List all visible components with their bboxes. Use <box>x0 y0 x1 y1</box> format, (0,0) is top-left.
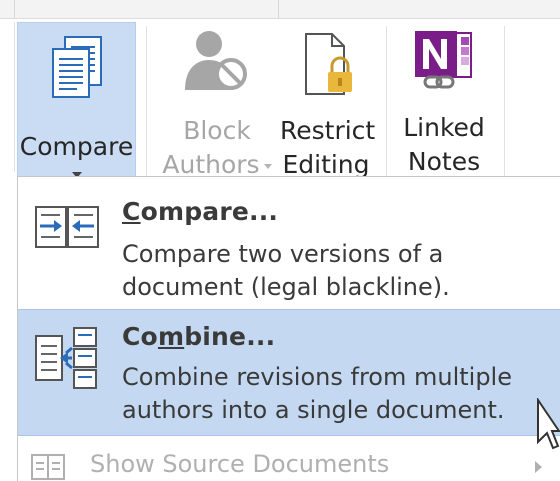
compare-dropdown-button[interactable]: Compare <box>17 22 136 178</box>
combine-revisions-icon <box>34 326 100 394</box>
menu-item-combine[interactable]: Combine... Combine revisions from multip… <box>18 309 560 436</box>
menu-item-show-source-documents[interactable]: Show Source Documents <box>18 449 560 481</box>
ribbon-divider <box>14 22 15 172</box>
ribbon-divider <box>386 26 387 176</box>
description-line: document (legal blackline). <box>122 273 450 301</box>
block-authors-icon <box>152 28 282 103</box>
ribbon-top-strip <box>0 0 560 19</box>
menu-item-title: Show Source Documents <box>90 450 390 478</box>
lock-document-icon <box>280 32 372 107</box>
menu-item-description: Compare two versions of a document (lega… <box>122 238 450 304</box>
source-documents-icon <box>30 453 66 481</box>
onenote-link-icon <box>392 29 496 104</box>
description-line: Compare two versions of a <box>122 240 444 268</box>
menu-item-title: Combine... <box>122 322 276 351</box>
description-line: authors into a single document. <box>122 396 505 424</box>
block-authors-label-line2: Authors <box>162 150 260 179</box>
restrict-editing-label-line1: Restrict <box>280 116 376 145</box>
chevron-right-icon <box>535 461 542 473</box>
block-authors-label-line1: Block <box>183 116 251 145</box>
restrict-editing-button[interactable]: Restrict Editing <box>280 22 376 182</box>
ribbon-divider <box>146 26 147 176</box>
menu-item-compare[interactable]: Compare... Compare two versions of a doc… <box>18 183 560 307</box>
block-authors-button[interactable]: Block Authors <box>152 22 282 182</box>
compare-versions-icon <box>34 205 100 253</box>
menu-item-title: Compare... <box>122 197 279 226</box>
ribbon-divider <box>504 26 505 176</box>
description-line: Combine revisions from multiple <box>122 363 512 391</box>
mouse-pointer-icon <box>536 396 560 460</box>
compare-dropdown-menu: Compare... Compare two versions of a doc… <box>17 176 560 481</box>
compare-button-label: Compare <box>19 132 134 161</box>
word-review-ribbon-screen: Compare Block Authors Restrict Editing L… <box>0 0 560 481</box>
linked-notes-label-line2: Notes <box>407 147 481 176</box>
compare-documents-icon <box>18 35 135 110</box>
linked-notes-label-line1: Linked <box>403 113 485 142</box>
menu-item-description: Combine revisions from multiple authors … <box>122 361 512 427</box>
chevron-down-icon <box>263 163 272 169</box>
linked-notes-button[interactable]: Linked Notes <box>392 22 496 179</box>
